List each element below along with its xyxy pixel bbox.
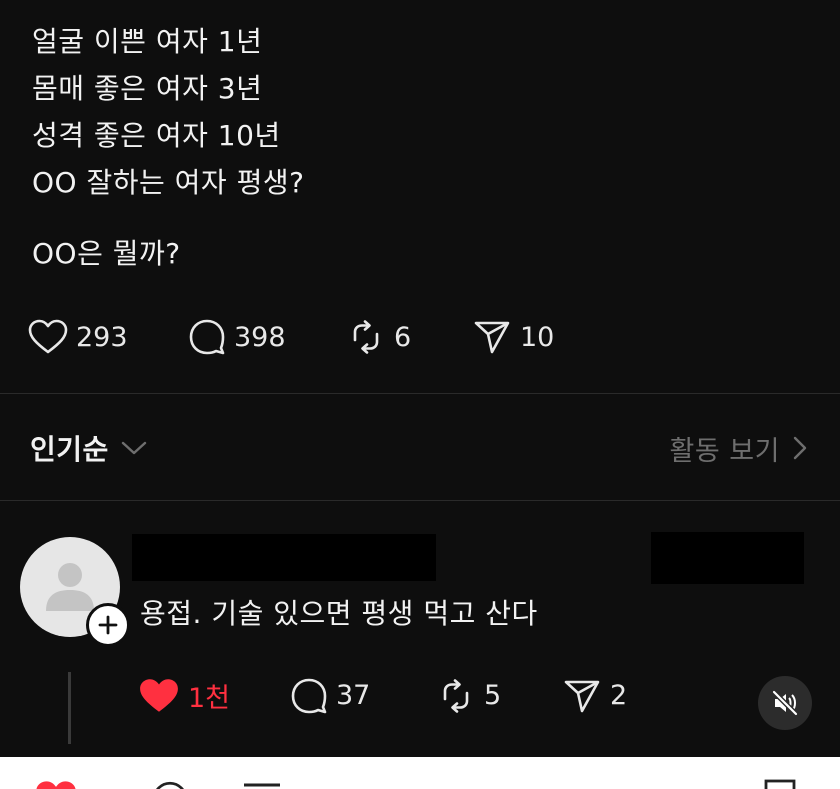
post-like-count: 293 <box>76 321 128 353</box>
comment-actions: 1천 37 5 2 <box>138 676 662 715</box>
post-repost-count: 6 <box>394 321 412 353</box>
heart-icon <box>140 678 178 712</box>
mute-button[interactable] <box>758 676 812 730</box>
mute-speaker-icon <box>772 690 798 716</box>
heart-icon <box>28 319 68 354</box>
post-question: OO은 뭘까? <box>32 237 181 270</box>
bottom-tab-bar <box>0 757 840 789</box>
comment-bubble-icon <box>291 678 327 713</box>
post-share-button[interactable]: 10 <box>472 318 582 356</box>
sort-label: 인기순 <box>30 433 109 466</box>
repost-icon[interactable] <box>240 779 284 789</box>
comment-repost-count: 5 <box>484 680 502 711</box>
post-like-button[interactable]: 293 <box>28 319 188 355</box>
sort-row: 인기순 활동 보기 <box>30 424 810 472</box>
follow-plus-button[interactable] <box>86 603 130 647</box>
post-actions: 293 398 6 10 <box>28 318 582 356</box>
chevron-right-icon <box>793 436 807 460</box>
comment-like-count: 1천 <box>188 683 231 714</box>
comment-share-button[interactable]: 2 <box>562 677 662 715</box>
repost-icon <box>353 320 379 354</box>
comment-share-count: 2 <box>610 680 628 711</box>
post-share-count: 10 <box>520 321 555 353</box>
divider <box>0 500 840 501</box>
redacted-username <box>132 534 436 581</box>
post-line: OO 잘하는 여자 평생? <box>32 166 305 199</box>
heart-icon[interactable] <box>34 779 78 789</box>
comment-like-button[interactable]: 1천 <box>138 676 290 715</box>
view-activity-link[interactable]: 활동 보기 <box>670 429 810 468</box>
sort-dropdown[interactable]: 인기순 <box>30 428 149 468</box>
comment-text: 용접. 기술 있으면 평생 먹고 산다 <box>140 597 538 630</box>
post-repost-button[interactable]: 6 <box>346 318 472 356</box>
thread-line <box>68 672 71 744</box>
post-line: 성격 좋은 여자 10년 <box>32 119 281 152</box>
post-body: 얼굴 이쁜 여자 1년 몸매 좋은 여자 3년 성격 좋은 여자 10년 OO … <box>32 18 304 277</box>
chevron-down-icon <box>121 441 146 455</box>
post-line: 얼굴 이쁜 여자 1년 <box>32 25 263 58</box>
bookmark-icon[interactable] <box>762 777 798 789</box>
comment-bubble-icon <box>189 319 225 355</box>
comment-reply-count: 37 <box>336 680 371 711</box>
comment-bubble-icon[interactable] <box>150 779 190 789</box>
comment-reply-button[interactable]: 37 <box>290 677 436 715</box>
repost-icon <box>443 678 469 713</box>
share-send-icon <box>564 680 600 712</box>
post-comment-count: 398 <box>234 321 286 353</box>
plus-icon <box>98 615 118 635</box>
redacted-timestamp <box>651 532 804 584</box>
divider <box>0 393 840 394</box>
view-activity-label: 활동 보기 <box>669 435 780 467</box>
post-comment-button[interactable]: 398 <box>188 318 346 356</box>
comment-repost-button[interactable]: 5 <box>436 677 562 715</box>
share-send-icon <box>474 321 510 354</box>
post-line: 몸매 좋은 여자 3년 <box>32 72 263 105</box>
